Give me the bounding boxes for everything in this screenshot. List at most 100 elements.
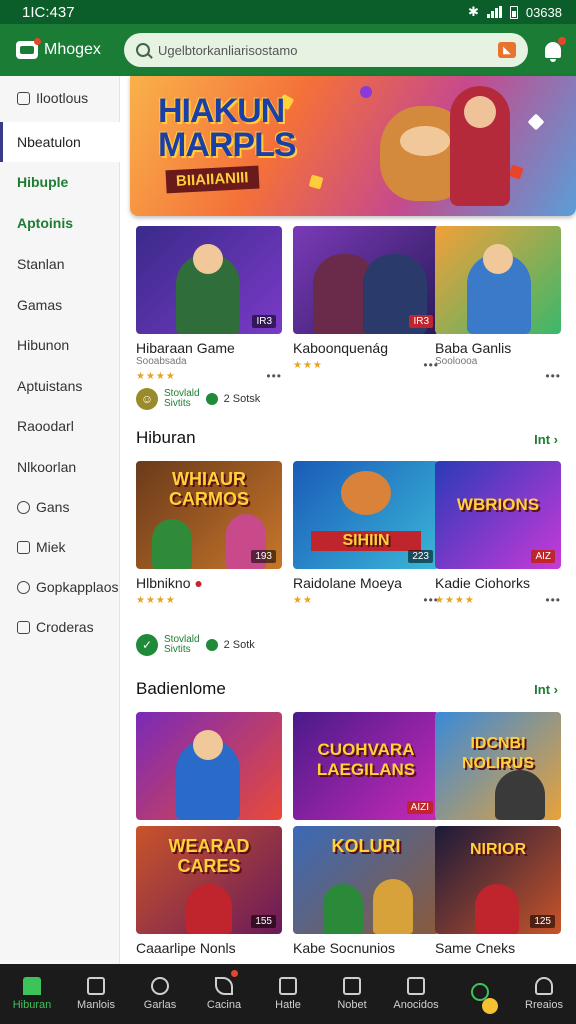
book-icon [343, 977, 361, 995]
rating-stars: ★★ [293, 594, 313, 606]
brand[interactable]: Mhogex [16, 38, 124, 59]
sidebar: Ilootlous Nbeatulon Hibuple Aptoinis Sta… [0, 76, 120, 964]
notification-button[interactable] [542, 37, 566, 62]
app-bar: Mhogex ◣ [0, 24, 576, 76]
more-options-icon[interactable]: ••• [545, 369, 561, 383]
box-icon [407, 977, 425, 995]
game-thumbnail: IR3 [136, 226, 282, 334]
camera-search-icon[interactable]: ◣ [498, 42, 516, 58]
game-card[interactable]: Baba Ganlis Sooloooa ••• [435, 226, 561, 383]
game-card[interactable] [136, 712, 282, 820]
status-time: 1IC:437 [22, 3, 75, 21]
game-icon [151, 977, 169, 995]
section-title: Hiburan [136, 428, 196, 447]
game-title: Kaboonquenág [293, 340, 388, 356]
sidebar-item-8[interactable]: Raoodarl [0, 406, 120, 446]
game-thumbnail: WBRIONS AIZ [435, 461, 561, 569]
sidebar-item-3[interactable]: Aptoinis [0, 203, 120, 243]
game-card[interactable]: IR3 Kaboonquenág ★★★ ••• [293, 226, 439, 372]
game-card[interactable]: CUOHVARA LAEGILANS AIZI [293, 712, 439, 820]
game-card[interactable]: WEARAD CARES 155 Caaarlipe Nonls [136, 826, 282, 956]
game-card[interactable]: WHIAUR CARMOS 193 Hlbnikno ● ★★★★ [136, 461, 282, 607]
see-all-link[interactable]: Int › [534, 682, 558, 697]
profile-icon [535, 977, 553, 995]
confetti-shape [308, 174, 324, 190]
game-title: Baba Ganlis [435, 340, 512, 356]
home-icon [23, 977, 41, 995]
nav-item-4[interactable]: Hatle [256, 964, 320, 1024]
nav-item-6[interactable]: Anocidos [384, 964, 448, 1024]
circle-icon [17, 500, 30, 514]
sidebar-item-7[interactable]: Aptuistans [0, 366, 120, 406]
game-thumbnail: NIRIOR 125 [435, 826, 561, 934]
search-input[interactable] [158, 42, 490, 58]
social-row[interactable]: ☺ Stovlald Sivtits 2 Sotsk [136, 388, 260, 410]
game-card[interactable]: KOLURI Kabe Socnunios [293, 826, 439, 956]
game-card[interactable]: SIHIIN 223 Raidolane Moeya ★★ ••• [293, 461, 439, 607]
game-thumbnail [136, 712, 282, 820]
sidebar-item-11[interactable]: Miek [0, 527, 120, 567]
game-title: Same Cneks [435, 940, 516, 956]
game-thumbnail: KOLURI [293, 826, 439, 934]
circle-icon [17, 580, 30, 594]
sidebar-item-13[interactable]: Croderas [0, 607, 120, 647]
bottom-navigation: Hiburan Manlois Garlas Cacina Hatle Nobe… [0, 964, 576, 1024]
online-dot-icon [205, 393, 218, 405]
game-card[interactable]: IR3 Hibaraan Game Sooabsada ★★★★ ••• [136, 226, 282, 383]
nav-item-1[interactable]: Manlois [64, 964, 128, 1024]
banner-character-boy [450, 86, 510, 206]
sidebar-item-4[interactable]: Stanlan [0, 244, 120, 284]
sidebar-item-5[interactable]: Gamas [0, 285, 120, 325]
more-options-icon[interactable]: ••• [545, 593, 561, 607]
game-subtitle: Sooabsada [136, 356, 187, 367]
nav-item-3[interactable]: Cacina [192, 964, 256, 1024]
sidebar-item-10[interactable]: Gans [0, 487, 120, 527]
nav-profile[interactable]: Rreaios [512, 964, 576, 1024]
rating-stars: ★★★★ [136, 594, 176, 606]
tomato-icon: ● [194, 575, 203, 591]
puzzle-icon [87, 977, 105, 995]
sidebar-item-2[interactable]: Hibuple [0, 162, 120, 202]
nav-search[interactable] [448, 964, 512, 1024]
game-card[interactable]: NIRIOR 125 Same Cneks [435, 826, 561, 956]
social-count: 2 Sotk [223, 639, 255, 651]
hero-banner[interactable]: HIAKUN MARPLS BIIAIIANIII [130, 76, 576, 216]
confetti-shape [527, 113, 545, 131]
bluetooth-icon: ✱ [467, 4, 479, 19]
game-thumbnail: IR3 [293, 226, 439, 334]
game-title: Hlbnikno ● [136, 575, 203, 591]
nav-home[interactable]: Hiburan [0, 964, 64, 1024]
square-icon [17, 620, 30, 634]
game-title: Caaarlipe Nonls [136, 940, 236, 956]
sidebar-item-12[interactable]: Gopkapplaos [0, 567, 120, 607]
sidebar-item-6[interactable]: Hibunon [0, 325, 120, 365]
search-bar[interactable]: ◣ [124, 33, 528, 67]
sidebar-item-0[interactable]: Ilootlous [0, 78, 120, 118]
game-thumbnail: WHIAUR CARMOS 193 [136, 461, 282, 569]
battery-icon [509, 5, 518, 19]
chevron-right-icon: › [553, 682, 558, 697]
coin-icon [482, 998, 498, 1014]
social-row[interactable]: ✓ Stovlald Sivtits 2 Sotk [136, 634, 255, 656]
game-card[interactable]: WBRIONS AIZ Kadie Ciohorks ★★★★ ••• [435, 461, 561, 607]
game-card[interactable]: IDCNBI NOLIRUS [435, 712, 561, 820]
nav-item-2[interactable]: Garlas [128, 964, 192, 1024]
social-count: 2 Sotsk [223, 393, 261, 405]
search-icon [136, 43, 150, 57]
rating-stars: ★★★ [293, 359, 323, 371]
game-title: Hibaraan Game [136, 340, 235, 356]
sidebar-item-9[interactable]: Nlkoorlan [0, 447, 120, 487]
tv-icon [279, 977, 297, 995]
status-right-text: 03638 [525, 4, 562, 20]
bell-icon [545, 42, 561, 62]
more-options-icon[interactable]: ••• [266, 369, 282, 383]
brand-name: Mhogex [44, 41, 101, 58]
notification-dot [558, 37, 566, 45]
see-all-link[interactable]: Int › [534, 432, 558, 447]
friends-badge-icon: ☺ [136, 388, 158, 410]
banner-title: HIAKUN MARPLS [158, 92, 297, 164]
sidebar-item-1[interactable]: Nbeatulon [0, 122, 120, 162]
square-icon [17, 91, 30, 105]
nav-item-5[interactable]: Nobet [320, 964, 384, 1024]
game-subtitle: Sooloooa [435, 356, 478, 367]
